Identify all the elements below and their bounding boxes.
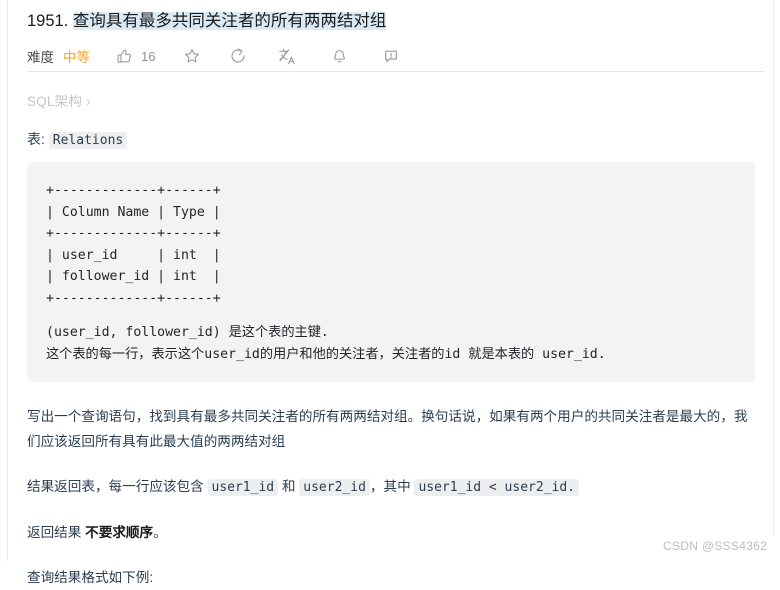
description-paragraph: 写出一个查询语句，找到具有最多共同关注者的所有两两结对组。换句话说，如果有两个用… [27, 409, 748, 449]
example-intro-paragraph: 查询结果格式如下例: [27, 570, 154, 585]
breadcrumb[interactable]: SQL架构 › [27, 90, 755, 110]
bell-icon [331, 47, 348, 65]
difficulty-label: 难度 [27, 50, 54, 65]
code-user2-id: user2_id [299, 479, 370, 496]
schema-code-block: +-------------+------+ | Column Name | T… [27, 162, 755, 382]
order-emphasis: 不要求顺序 [85, 525, 154, 540]
result-format-paragraph: 结果返回表，每一行应该包含 user1_id 和 user2_id ，其中 use… [27, 474, 760, 500]
feedback-button[interactable] [382, 48, 400, 65]
table-name: Relations [48, 132, 128, 149]
favorite-button[interactable] [183, 47, 201, 65]
result-conjunction: 和 [281, 479, 296, 494]
table-prefix: 表: [27, 131, 45, 147]
translate-icon [277, 47, 297, 66]
problem-content: 1951. 查询具有最多共同关注者的所有两两结对组 难度 中等 16 SQL架构… [8, 0, 773, 590]
problem-number: 1951. [27, 12, 69, 30]
schema-note-1: (user_id, follower_id) 是这个表的主键. [46, 325, 329, 340]
page-right-rule [773, 0, 774, 536]
result-prefix: 结果返回表，每一行应该包含 [27, 479, 204, 494]
problem-title-text[interactable]: 查询具有最多共同关注者的所有两两结对组 [72, 12, 387, 30]
like-button[interactable]: 16 [116, 48, 155, 65]
breadcrumb-label[interactable]: SQL架构 [27, 94, 82, 109]
like-count: 16 [141, 48, 156, 64]
page-title: 1951. 查询具有最多共同关注者的所有两两结对组 [27, 0, 755, 33]
result-middle: ，其中 [369, 479, 411, 494]
watermark: CSDN @SSS4362 [663, 539, 768, 553]
notification-button[interactable] [331, 47, 348, 65]
translate-button[interactable] [277, 47, 297, 66]
difficulty-value: 中等 [63, 50, 90, 65]
order-suffix: 。 [153, 525, 167, 540]
problem-page: 1951. 查询具有最多共同关注者的所有两两结对组 难度 中等 16 SQL架构… [8, 0, 773, 585]
schema-note-2: 这个表的每一行，表示这个user_id的用户和他的关注者，关注者的id 就是本表… [46, 347, 606, 362]
schema-ascii-table: +-------------+------+ | Column Name | T… [46, 183, 221, 306]
code-user1-id: user1_id [207, 479, 279, 496]
share-circle-icon [229, 47, 247, 65]
header-divider [27, 71, 765, 72]
share-button[interactable] [229, 47, 247, 65]
order-prefix: 返回结果 [27, 525, 82, 540]
star-icon [183, 47, 201, 65]
feedback-bubble-icon [382, 48, 400, 65]
problem-meta-toolbar: 难度 中等 16 [27, 41, 755, 71]
thumbs-up-icon [116, 48, 133, 65]
chevron-right-icon: › [86, 94, 91, 109]
code-condition: user1_id < user2_id. [414, 479, 580, 496]
schema-table-label: 表: Relations [27, 129, 755, 149]
order-paragraph: 返回结果 不要求顺序。 [27, 520, 760, 545]
